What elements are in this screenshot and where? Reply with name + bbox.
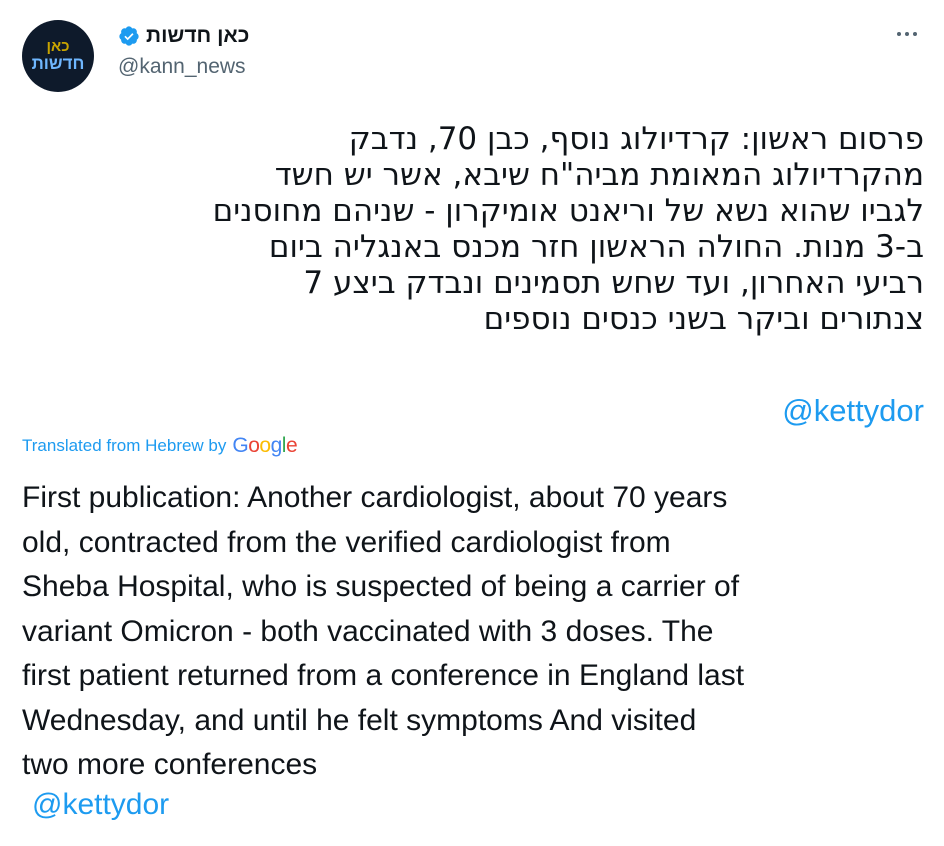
hebrew-line: רביעי האחרון, ועד שחש תסמינים ונבדק ביצע… xyxy=(303,265,924,301)
english-line: First publication: Another cardiologist,… xyxy=(22,481,728,514)
more-dot xyxy=(913,32,917,36)
more-options-button[interactable] xyxy=(892,22,922,46)
tweet-text-translation: First publication: Another cardiologist,… xyxy=(22,476,924,788)
avatar[interactable]: כאן חדשות xyxy=(22,20,94,92)
more-dot xyxy=(905,32,909,36)
english-line: Wednesday, and until he felt symptoms An… xyxy=(22,703,697,737)
avatar-text-top: כאן xyxy=(46,38,70,56)
translated-label: Translated from Hebrew by xyxy=(22,436,227,455)
mention-link-translation[interactable]: @kettydor xyxy=(32,788,169,822)
english-line: two more conferences xyxy=(22,748,318,781)
english-line: Sheba Hospital, who is suspected of bein… xyxy=(22,570,740,603)
avatar-text-bottom: חדשות xyxy=(31,53,85,73)
english-line: first patient returned from a conference… xyxy=(22,659,745,692)
mention-link-hebrew[interactable]: @kettydor xyxy=(782,393,924,429)
more-horizontal-icon xyxy=(897,32,901,36)
hebrew-line: פרסום ראשון: קרדיולוג נוסף, כבן 70, נדבק xyxy=(348,121,924,157)
translation-attribution[interactable]: Translated from Hebrew by Google xyxy=(22,434,298,458)
name-row: כאן חדשות xyxy=(118,24,249,48)
english-line: old, contracted from the verified cardio… xyxy=(22,525,671,559)
tweet-header: כאן חדשות כאן חדשות @kann_news xyxy=(0,0,944,110)
display-name[interactable]: כאן חדשות xyxy=(146,24,249,48)
account-handle[interactable]: @kann_news xyxy=(118,55,246,79)
hebrew-line: צנתורים וביקר בשני כנסים נוספים xyxy=(483,301,924,337)
english-line: variant Omicron - both vaccinated with 3… xyxy=(22,614,714,648)
hebrew-line: ב-3 מנות. החולה הראשון חזר מכנס באנגליה … xyxy=(268,229,924,265)
hebrew-line: לגביו שהוא נשא של וריאנט אומיקרון - שניה… xyxy=(212,193,924,229)
google-logo-icon: Google xyxy=(232,434,298,457)
hebrew-line: מהקרדיולוג המאומת מביה"ח שיבא, אשר יש חש… xyxy=(274,157,924,193)
verified-badge-icon xyxy=(118,25,140,47)
tweet-text-hebrew: פרסום ראשון: קרדיולוג נוסף, כבן 70, נדבק… xyxy=(22,121,924,337)
tweet-card: כאן חדשות כאן חדשות @kann_news פרסום ראש… xyxy=(0,0,944,846)
